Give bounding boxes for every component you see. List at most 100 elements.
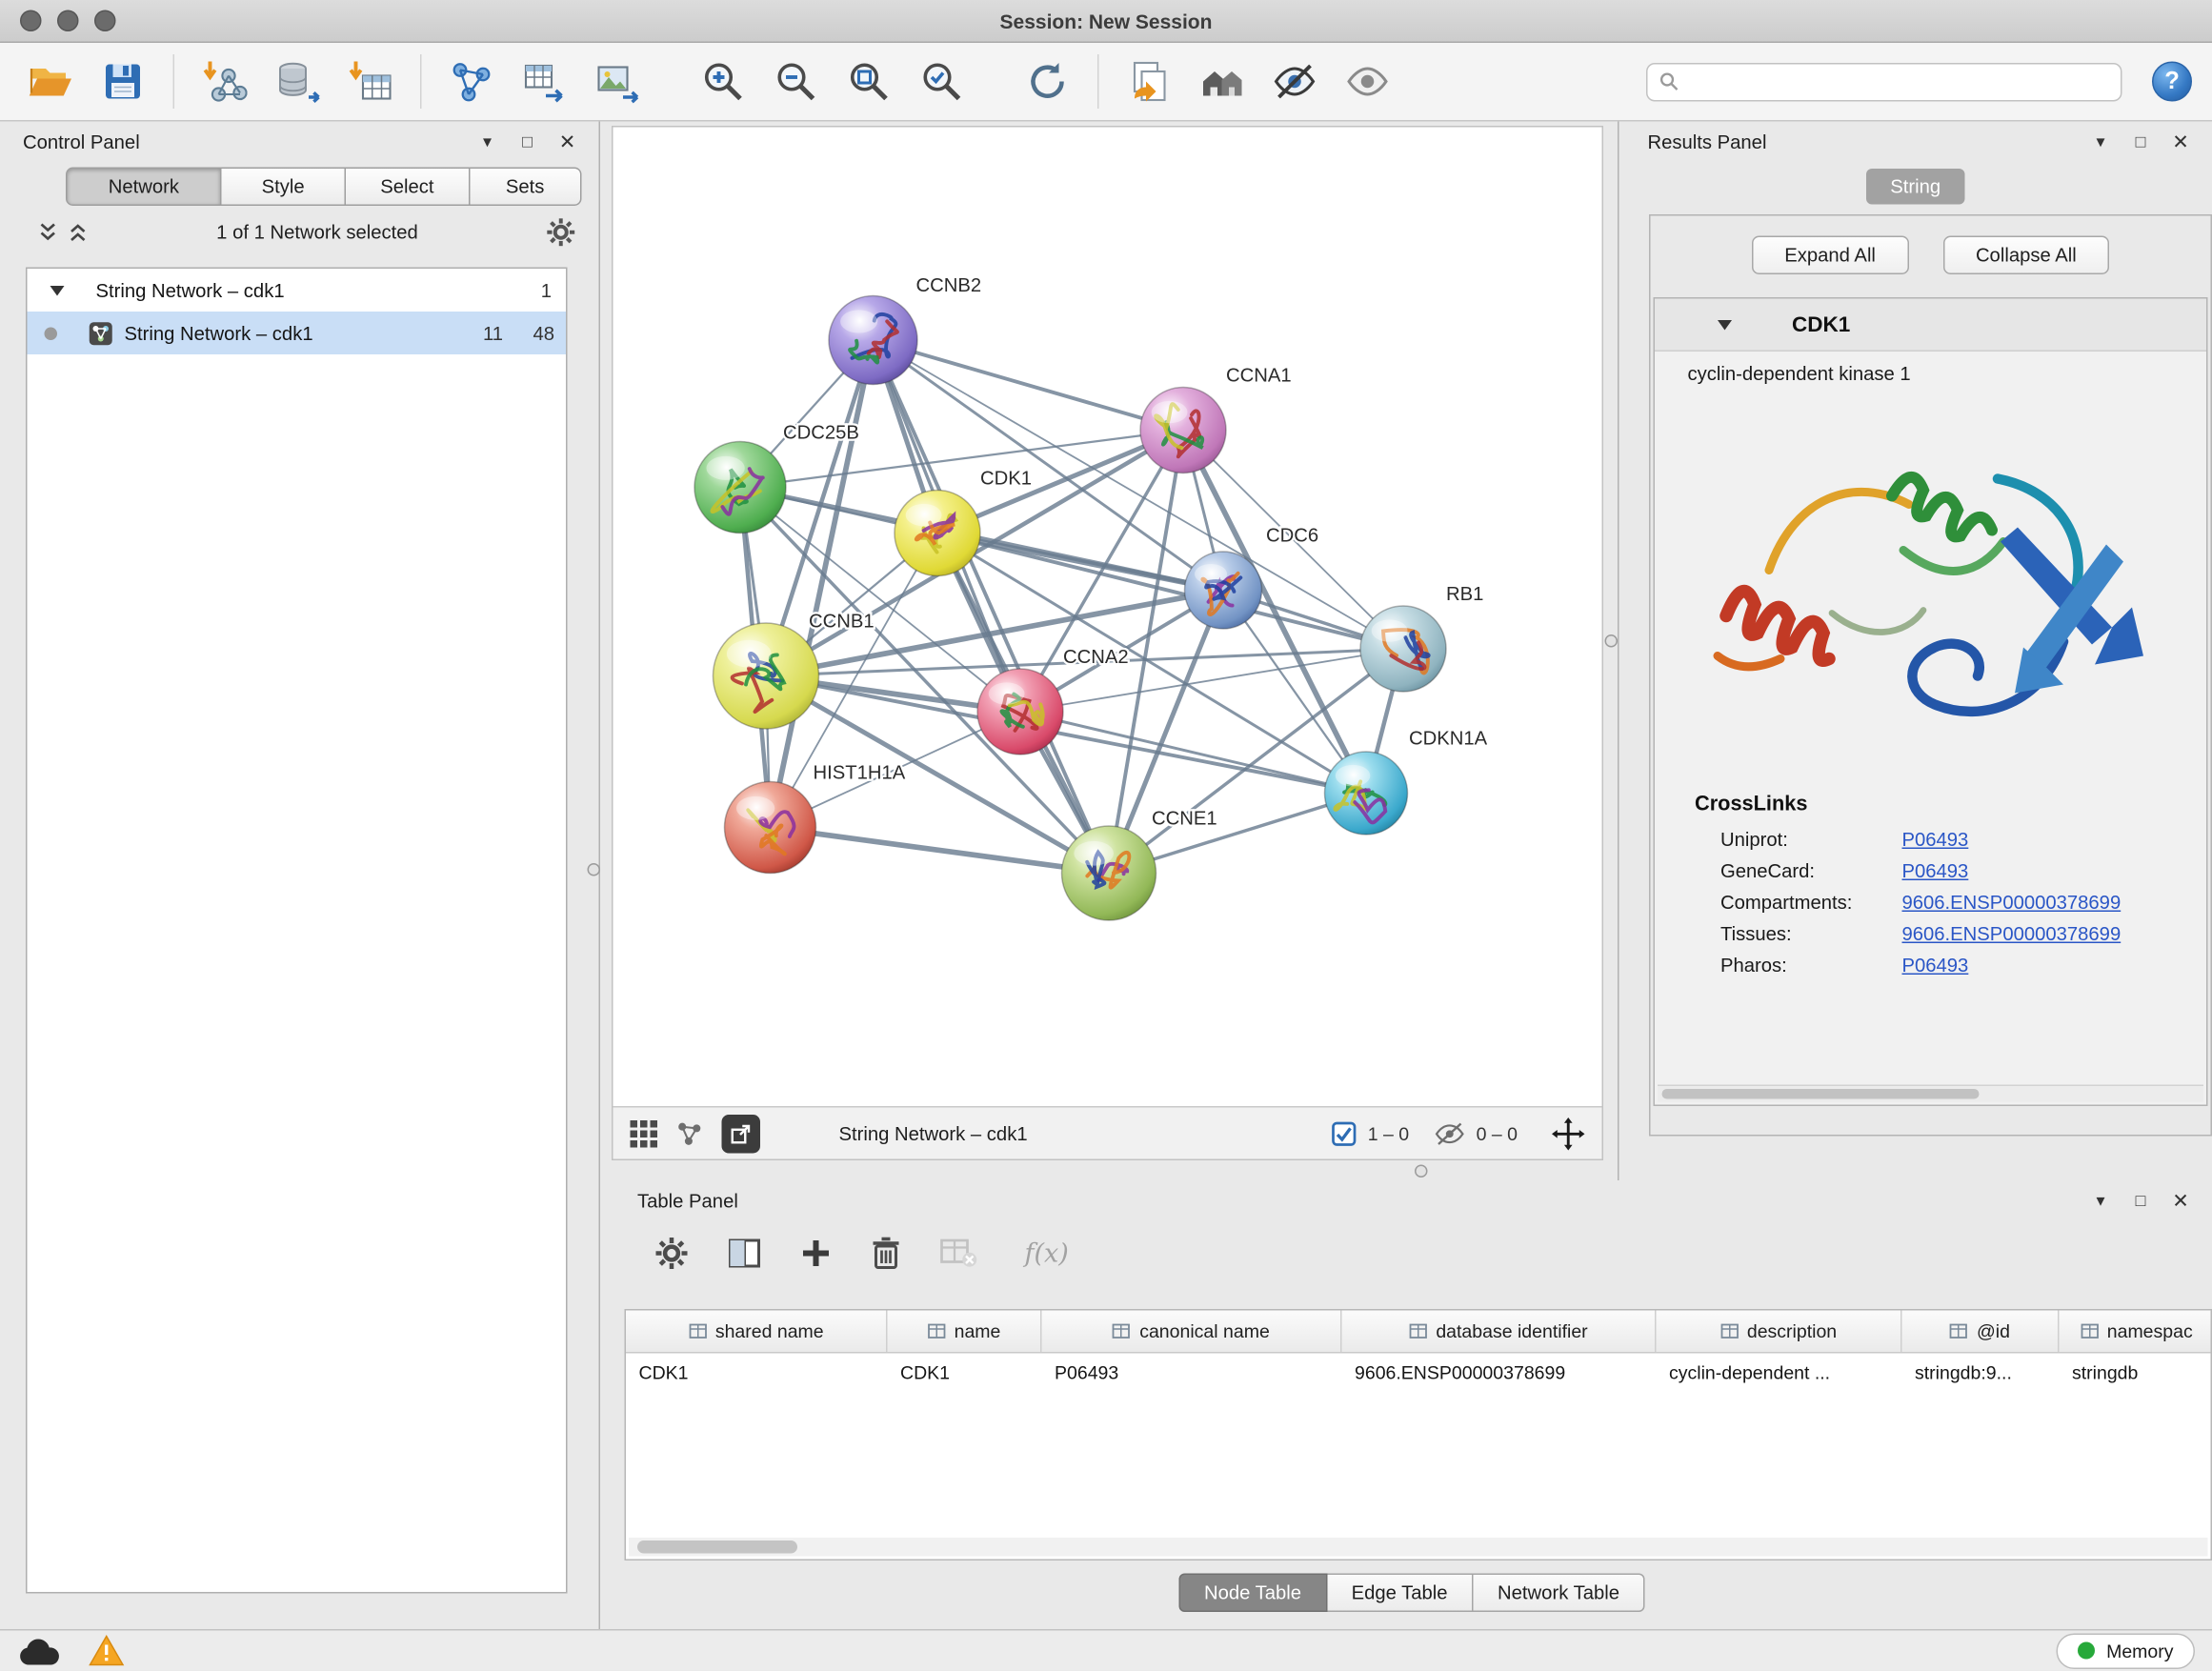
delete-column-button[interactable] xyxy=(871,1237,902,1271)
show-all-button[interactable] xyxy=(1337,51,1398,111)
collapse-all-networks-button[interactable] xyxy=(37,221,59,243)
birds-eye-view-button[interactable] xyxy=(676,1119,704,1147)
grid-view-button[interactable] xyxy=(631,1119,658,1147)
warnings-button[interactable] xyxy=(89,1635,125,1666)
open-session-button[interactable] xyxy=(20,51,80,111)
new-network-from-table-button[interactable] xyxy=(514,51,574,111)
toolbar-separator xyxy=(420,54,422,109)
network-node-ccnb2[interactable] xyxy=(829,296,917,385)
network-edge[interactable] xyxy=(874,340,1110,874)
import-table-from-file-button[interactable] xyxy=(340,51,400,111)
fit-content-button[interactable] xyxy=(1552,1117,1585,1150)
tab-network[interactable]: Network xyxy=(66,168,222,207)
network-edge[interactable] xyxy=(771,340,874,828)
crosslink-link[interactable]: P06493 xyxy=(1902,825,1969,856)
column-header-canonical-name[interactable]: canonical name xyxy=(1042,1311,1342,1353)
network-node-label: HIST1H1A xyxy=(814,763,906,784)
expand-all-button[interactable]: Expand All xyxy=(1752,236,1909,275)
column-header-name[interactable]: name xyxy=(888,1311,1042,1353)
network-node-ccna1[interactable] xyxy=(1140,388,1226,473)
detach-view-button[interactable] xyxy=(722,1114,761,1153)
panel-collapse-icon[interactable]: ▾ xyxy=(471,128,505,156)
crosslink-link[interactable]: P06493 xyxy=(1902,856,1969,888)
tab-network-table[interactable]: Network Table xyxy=(1474,1574,1645,1613)
scrollbar-thumb[interactable] xyxy=(637,1540,797,1554)
network-node-ccna2[interactable] xyxy=(977,669,1063,755)
tab-sets[interactable]: Sets xyxy=(470,168,581,207)
column-header-namespac[interactable]: namespac xyxy=(2060,1311,2212,1353)
zoom-in-button[interactable] xyxy=(694,51,754,111)
memory-button[interactable]: Memory xyxy=(2057,1633,2195,1669)
network-edge[interactable] xyxy=(771,828,1110,874)
home-networks-button[interactable] xyxy=(1192,51,1252,111)
refresh-layout-button[interactable] xyxy=(1017,51,1077,111)
network-tree-root-row[interactable]: String Network – cdk1 1 xyxy=(28,269,567,312)
table-cell[interactable]: 9606.ENSP00000378699 xyxy=(1342,1362,1657,1384)
panel-collapse-icon[interactable]: ▾ xyxy=(2083,1186,2118,1215)
panel-close-icon[interactable]: ✕ xyxy=(2163,1186,2198,1215)
splitter-handle-bottom[interactable] xyxy=(1415,1165,1428,1178)
crosslink-link[interactable]: 9606.ENSP00000378699 xyxy=(1902,888,2122,919)
table-cell[interactable]: stringdb:9... xyxy=(1902,1362,2060,1384)
import-network-from-database-button[interactable] xyxy=(268,51,328,111)
selected-indicator-button[interactable] xyxy=(1332,1121,1357,1146)
results-horizontal-scrollbar[interactable] xyxy=(1658,1085,2203,1102)
crosslink-link[interactable]: P06493 xyxy=(1902,951,1969,982)
panel-float-icon[interactable]: □ xyxy=(2123,128,2158,156)
scrollbar-thumb[interactable] xyxy=(1662,1089,1979,1099)
network-tree-child-row[interactable]: String Network – cdk1 11 48 xyxy=(28,312,567,354)
cloud-status-button[interactable] xyxy=(17,1636,60,1666)
table-cell[interactable]: stringdb xyxy=(2060,1362,2212,1384)
panel-float-icon[interactable]: □ xyxy=(2123,1186,2158,1215)
network-options-button[interactable] xyxy=(546,216,576,247)
table-horizontal-scrollbar[interactable] xyxy=(629,1538,2208,1557)
help-button[interactable]: ? xyxy=(2152,62,2192,102)
collapse-gene-icon[interactable] xyxy=(1718,319,1732,330)
hide-selected-button[interactable] xyxy=(1265,51,1325,111)
table-options-button[interactable] xyxy=(654,1237,689,1271)
tab-style[interactable]: Style xyxy=(222,168,346,207)
column-header-shared-name[interactable]: shared name xyxy=(626,1311,888,1353)
network-node-cdc6[interactable] xyxy=(1185,552,1262,629)
zoom-out-button[interactable] xyxy=(766,51,826,111)
tree-collapse-icon[interactable] xyxy=(50,285,65,295)
splitter-handle-left[interactable] xyxy=(588,863,601,876)
expand-all-networks-button[interactable] xyxy=(68,221,90,243)
tab-node-table[interactable]: Node Table xyxy=(1178,1574,1327,1613)
import-network-from-file-button[interactable] xyxy=(194,51,254,111)
copy-document-button[interactable] xyxy=(1119,51,1179,111)
network-node-ccne1[interactable] xyxy=(1062,826,1156,920)
table-row[interactable]: CDK1CDK1P064939606.ENSP00000378699cyclin… xyxy=(626,1354,2211,1393)
column-header-description[interactable]: description xyxy=(1657,1311,1902,1353)
zoom-selected-button[interactable] xyxy=(912,51,972,111)
hidden-indicator-button[interactable] xyxy=(1435,1121,1465,1146)
new-network-button[interactable] xyxy=(442,51,502,111)
gene-section-header[interactable]: CDK1 xyxy=(1655,299,2206,352)
table-cell[interactable]: CDK1 xyxy=(888,1362,1042,1384)
export-image-button[interactable] xyxy=(588,51,648,111)
table-cell[interactable]: CDK1 xyxy=(626,1362,888,1384)
collapse-all-button[interactable]: Collapse All xyxy=(1942,236,2109,275)
table-cell[interactable]: cyclin-dependent ... xyxy=(1657,1362,1902,1384)
panel-close-icon[interactable]: ✕ xyxy=(551,128,585,156)
panel-float-icon[interactable]: □ xyxy=(511,128,545,156)
panel-close-icon[interactable]: ✕ xyxy=(2163,128,2198,156)
panel-collapse-icon[interactable]: ▾ xyxy=(2083,128,2118,156)
network-node-rb1[interactable] xyxy=(1360,606,1446,692)
network-canvas[interactable]: CCNB2CCNA1CDC25BCDK1CDC6RB1CCNB1CCNA2CDK… xyxy=(613,128,1602,1107)
save-session-button[interactable] xyxy=(93,51,153,111)
add-column-button[interactable] xyxy=(800,1238,832,1269)
table-cell[interactable]: P06493 xyxy=(1042,1362,1342,1384)
crosslink-link[interactable]: 9606.ENSP00000378699 xyxy=(1902,919,2122,951)
network-edge[interactable] xyxy=(1020,712,1366,794)
splitter-handle-right[interactable] xyxy=(1605,634,1619,648)
show-columns-button[interactable] xyxy=(728,1237,762,1271)
network-edge[interactable] xyxy=(874,340,1184,431)
search-input[interactable] xyxy=(1688,70,2110,94)
column-header-id[interactable]: @id xyxy=(1902,1311,2060,1353)
column-header-database-identifier[interactable]: database identifier xyxy=(1342,1311,1657,1353)
tab-select[interactable]: Select xyxy=(346,168,470,207)
tab-string[interactable]: String xyxy=(1866,169,1965,205)
tab-edge-table[interactable]: Edge Table xyxy=(1327,1574,1473,1613)
zoom-fit-button[interactable] xyxy=(839,51,899,111)
